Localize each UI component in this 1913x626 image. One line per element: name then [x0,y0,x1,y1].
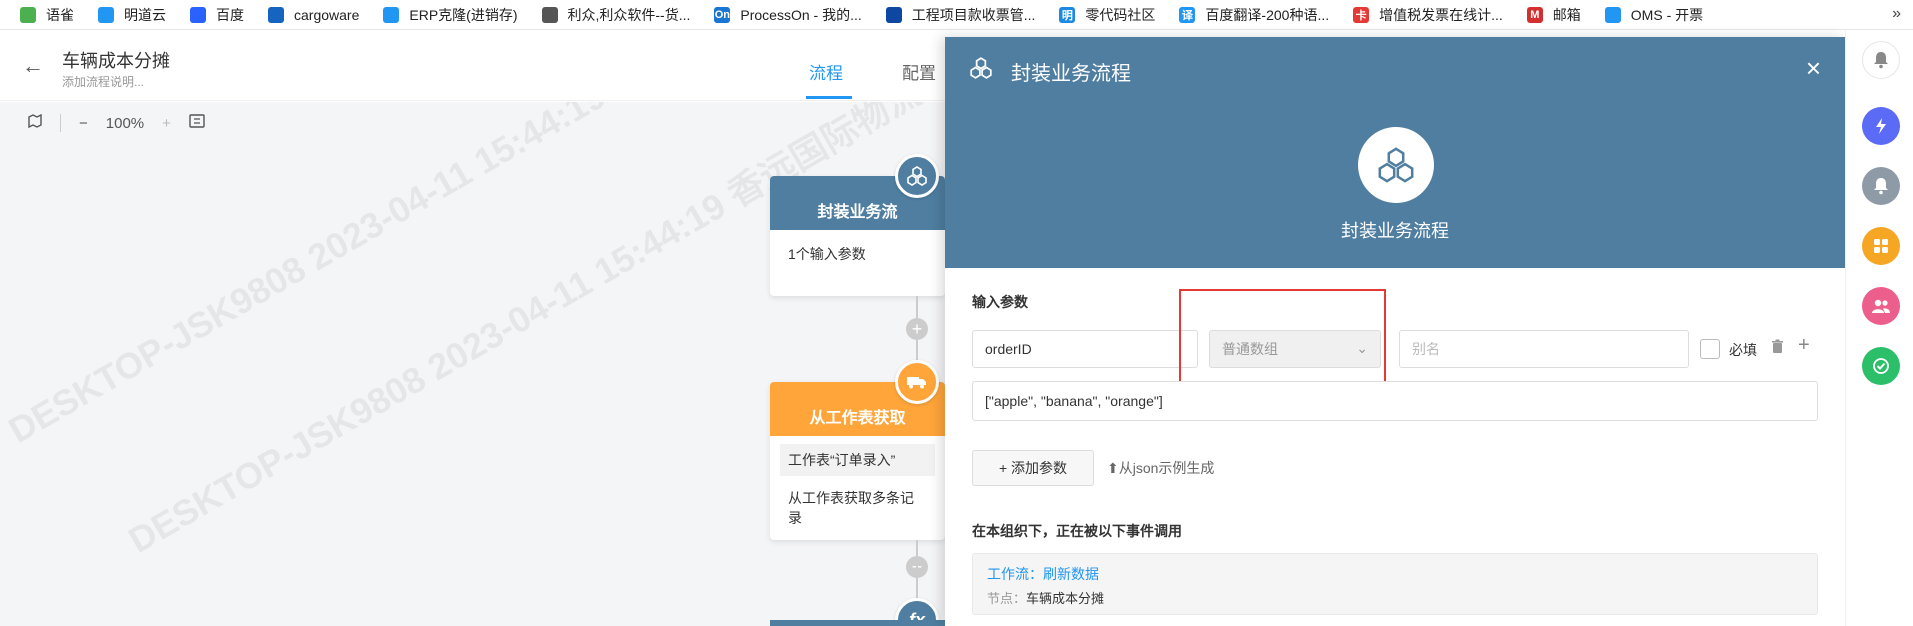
bookmark-label: 百度 [216,6,244,23]
baidu-icon [190,6,206,23]
truck-icon [895,360,939,404]
bookmark-item[interactable]: 译百度翻译-200种语... [1179,5,1329,25]
cube-icon [98,6,114,23]
bookmark-label: 零代码社区 [1085,6,1156,23]
notification-icon[interactable] [1862,167,1900,205]
process-name: 封装业务流程 [1341,221,1449,241]
fit-screen-icon[interactable] [189,114,205,132]
map-icon[interactable] [28,113,42,132]
globe-icon [541,6,558,23]
event-workflow-link[interactable]: 工作流：刷新数据 [987,564,1803,584]
bell-icon[interactable] [1862,41,1900,79]
zoom-out-button[interactable]: − [79,115,88,132]
param-name-input[interactable]: orderID [972,330,1198,368]
zoom-in-button[interactable]: + [162,115,171,132]
bookmark-label: 邮箱 [1552,6,1581,23]
processon-icon: On [714,6,731,23]
tab-flow[interactable]: 流程 [809,59,843,84]
cube-icon [1604,6,1621,23]
delete-icon[interactable] [1771,339,1784,359]
contacts-icon[interactable] [1862,287,1900,325]
required-label: 必填 [1729,342,1757,358]
param-alias-input[interactable]: 别名 [1399,330,1689,368]
upload-icon: ⬆ [1107,460,1119,476]
bookmark-item[interactable]: 利众,利众软件--货... [541,5,691,25]
drawer-header: 封装业务流程 × 封装业务流程 [945,37,1845,268]
tab-config[interactable]: 配置 [902,59,936,84]
bird-icon [885,6,902,23]
cube-icon [383,6,400,23]
package-icon [895,154,939,198]
bookmark-item[interactable]: 工程项目款收票管... [885,5,1036,25]
bookmark-item[interactable]: 明零代码社区 [1059,5,1155,25]
package-icon [969,57,993,85]
add-row-icon[interactable]: + [1798,334,1810,357]
drawer-title: 封装业务流程 [1011,63,1131,85]
side-rail [1845,31,1913,626]
globe-icon [268,6,284,23]
bookmark-item[interactable]: OMS - 开票 [1604,5,1704,25]
required-checkbox[interactable] [1700,339,1720,359]
event-node-info: 节点：车辆成本分摊 [987,591,1105,606]
bookmark-item[interactable]: cargoware [268,6,360,23]
generate-from-json-link[interactable]: ⬆从json示例生成 [1107,458,1214,478]
bookmark-label: ProcessOn - 我的... [740,6,862,23]
add-node-button[interactable]: + [906,318,928,340]
bookmark-label: OMS - 开票 [1630,6,1704,23]
trigger-node-summary: 1个输入参数 [788,246,866,262]
bookmarks-bar: 语雀 明道云 百度 cargoware ERP克隆(进销存) 利众,利众软件--货... O… [0,0,1913,30]
param-example-input[interactable]: ["apple", "banana", "orange"] [972,381,1818,421]
event-card[interactable]: 工作流：刷新数据 节点：车辆成本分摊 [972,553,1818,615]
card-icon: 卡 [1353,6,1370,23]
divider [60,114,61,132]
lightning-icon[interactable] [1862,107,1900,145]
close-icon[interactable]: × [1806,53,1821,84]
page-description[interactable]: 添加流程说明... [62,73,144,90]
events-section-title: 在本组织下，正在被以下事件调用 [972,523,1182,539]
process-settings-drawer: 封装业务流程 × 封装业务流程 输入参数 orderID 普通数组 ⌄ 别名 必… [945,37,1845,626]
flow-canvas[interactable]: DESKTOP-JSK9808 2023-04-11 15:44:19 香远国际… [0,102,945,626]
fetch-node-worksheet: 工作表“订单录入” [780,444,935,476]
translate-icon: 译 [1179,6,1196,23]
inputs-section-title: 输入参数 [972,294,1028,310]
function-node[interactable] [770,620,945,626]
yuque-icon [20,6,36,23]
active-tab-indicator [806,96,852,99]
bookmark-label: 增值税发票在线计... [1379,6,1503,23]
zoom-toolbar: − 100% + [28,113,223,132]
bookmark-item[interactable]: 语雀 [20,5,74,25]
bookmark-label: 百度翻译-200种语... [1205,6,1330,23]
apps-grid-icon[interactable] [1862,227,1900,265]
bookmark-item[interactable]: 卡增值税发票在线计... [1353,5,1503,25]
mail-icon: M [1526,6,1543,23]
page-header: ← 车辆成本分摊 添加流程说明... 流程 配置 [0,31,945,101]
bookmarks-more-button[interactable]: » [1892,5,1901,23]
page-title: 车辆成本分摊 [62,51,170,71]
check-circle-icon[interactable] [1862,347,1900,385]
bookmark-item[interactable]: 百度 [190,5,244,25]
back-arrow-icon[interactable]: ← [22,53,44,79]
annotation-highlight-box [1179,289,1386,395]
zoom-level: 100% [105,114,145,132]
bookmark-label: ERP克隆(进销存) [409,6,518,23]
bookmark-item[interactable]: 明道云 [98,5,166,25]
bookmark-item[interactable]: ERP克隆(进销存) [383,5,518,25]
bookmark-label: 利众,利众软件--货... [567,6,691,23]
fetch-records-node[interactable]: 从工作表获取 工作表“订单录入” 从工作表获取多条记录 [770,382,945,540]
bookmark-item[interactable]: M 邮箱 [1526,5,1581,25]
bookmark-item[interactable]: On ProcessOn - 我的... [714,5,862,25]
fetch-node-description: 从工作表获取多条记录 [788,490,914,526]
package-icon [1358,127,1434,203]
bookmark-label: cargoware [294,6,360,23]
ming-icon: 明 [1059,6,1076,23]
bookmark-label: 工程项目款收票管... [911,6,1036,23]
add-parameter-button[interactable]: + 添加参数 [972,450,1094,486]
bookmark-label: 明道云 [124,6,166,23]
bookmark-label: 语雀 [46,6,74,23]
